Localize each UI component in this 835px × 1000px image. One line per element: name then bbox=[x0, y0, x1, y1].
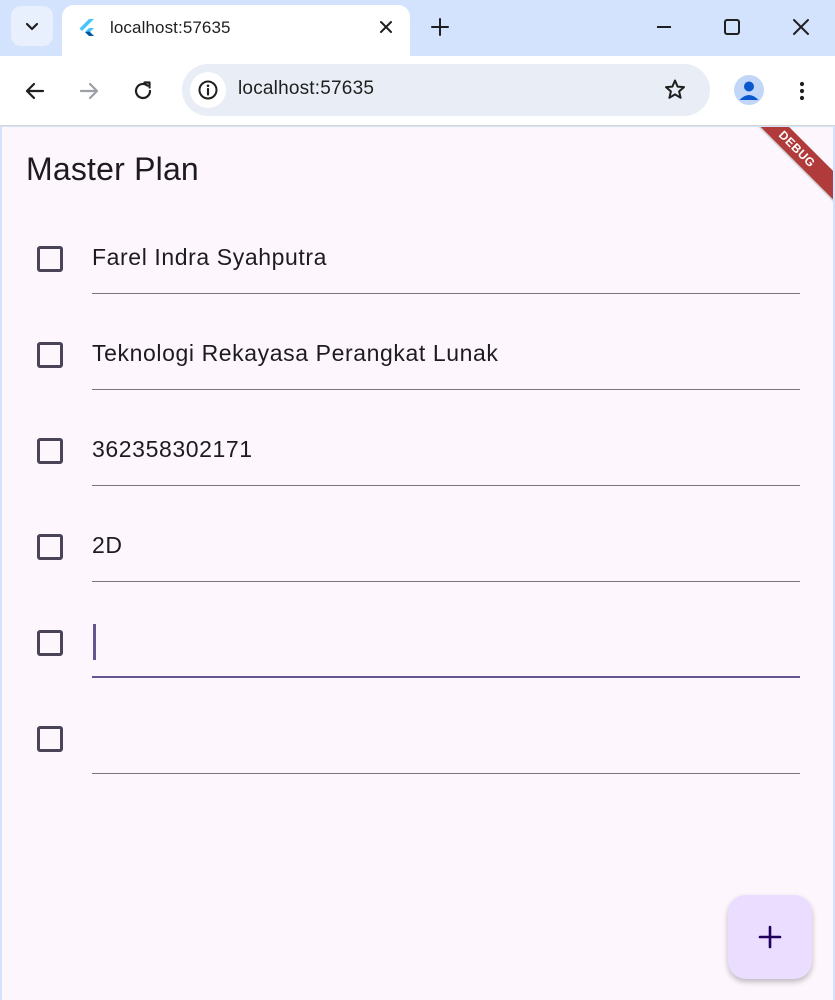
task-row: 2D bbox=[2, 512, 833, 608]
page-title: Master Plan bbox=[26, 151, 199, 187]
task-description-field[interactable] bbox=[92, 608, 800, 678]
address-bar[interactable]: localhost:57635 bbox=[182, 64, 710, 116]
task-description-text: 2D bbox=[92, 532, 123, 558]
minimize-icon[interactable] bbox=[651, 14, 677, 40]
new-tab-icon[interactable] bbox=[427, 14, 453, 40]
chevron-down-icon bbox=[25, 22, 39, 31]
task-complete-checkbox[interactable] bbox=[37, 246, 63, 272]
add-icon bbox=[758, 925, 782, 949]
tab-strip: localhost:57635 bbox=[0, 0, 835, 56]
back-icon[interactable] bbox=[22, 78, 48, 104]
task-description-field[interactable]: 362358302171 bbox=[92, 416, 800, 486]
maximize-icon[interactable] bbox=[719, 14, 745, 40]
debug-banner: DEBUG bbox=[740, 127, 833, 206]
add-task-button[interactable] bbox=[728, 895, 812, 979]
task-complete-checkbox[interactable] bbox=[37, 726, 63, 752]
tab-search-button[interactable] bbox=[11, 6, 53, 46]
person-icon bbox=[739, 81, 759, 100]
browser-toolbar: localhost:57635 bbox=[0, 56, 835, 126]
task-complete-checkbox[interactable] bbox=[37, 342, 63, 368]
task-row: 362358302171 bbox=[2, 416, 833, 512]
reload-icon[interactable] bbox=[130, 78, 156, 104]
task-complete-checkbox[interactable] bbox=[37, 630, 63, 656]
browser-tab[interactable]: localhost:57635 bbox=[62, 5, 410, 56]
task-description-field[interactable]: Farel Indra Syahputra bbox=[92, 224, 800, 294]
app-viewport: Master Plan DEBUG Farel Indra Syahputra T… bbox=[2, 127, 833, 1000]
task-complete-checkbox[interactable] bbox=[37, 534, 63, 560]
flutter-icon bbox=[79, 19, 94, 36]
close-tab-icon[interactable] bbox=[376, 17, 396, 37]
task-description-text: 362358302171 bbox=[92, 436, 253, 462]
task-row: Farel Indra Syahputra bbox=[2, 224, 833, 320]
close-window-icon[interactable] bbox=[788, 14, 814, 40]
task-row bbox=[2, 704, 833, 800]
profile-avatar[interactable] bbox=[734, 75, 764, 105]
info-icon bbox=[198, 80, 218, 100]
task-complete-checkbox[interactable] bbox=[37, 438, 63, 464]
site-info-button[interactable] bbox=[190, 72, 226, 108]
task-description-field[interactable]: Teknologi Rekayasa Perangkat Lunak bbox=[92, 320, 800, 390]
text-cursor bbox=[93, 624, 96, 660]
forward-icon[interactable] bbox=[76, 78, 102, 104]
url-text[interactable]: localhost:57635 bbox=[238, 78, 374, 100]
task-description-field[interactable] bbox=[92, 704, 800, 774]
task-description-field[interactable]: 2D bbox=[92, 512, 800, 582]
task-description-text: Farel Indra Syahputra bbox=[92, 244, 328, 270]
bookmark-star-icon[interactable] bbox=[662, 77, 688, 103]
more-menu-icon[interactable] bbox=[789, 78, 815, 104]
task-row bbox=[2, 608, 833, 704]
task-description-text: Teknologi Rekayasa Perangkat Lunak bbox=[92, 340, 499, 366]
task-row: Teknologi Rekayasa Perangkat Lunak bbox=[2, 320, 833, 416]
tab-title: localhost:57635 bbox=[110, 18, 231, 37]
